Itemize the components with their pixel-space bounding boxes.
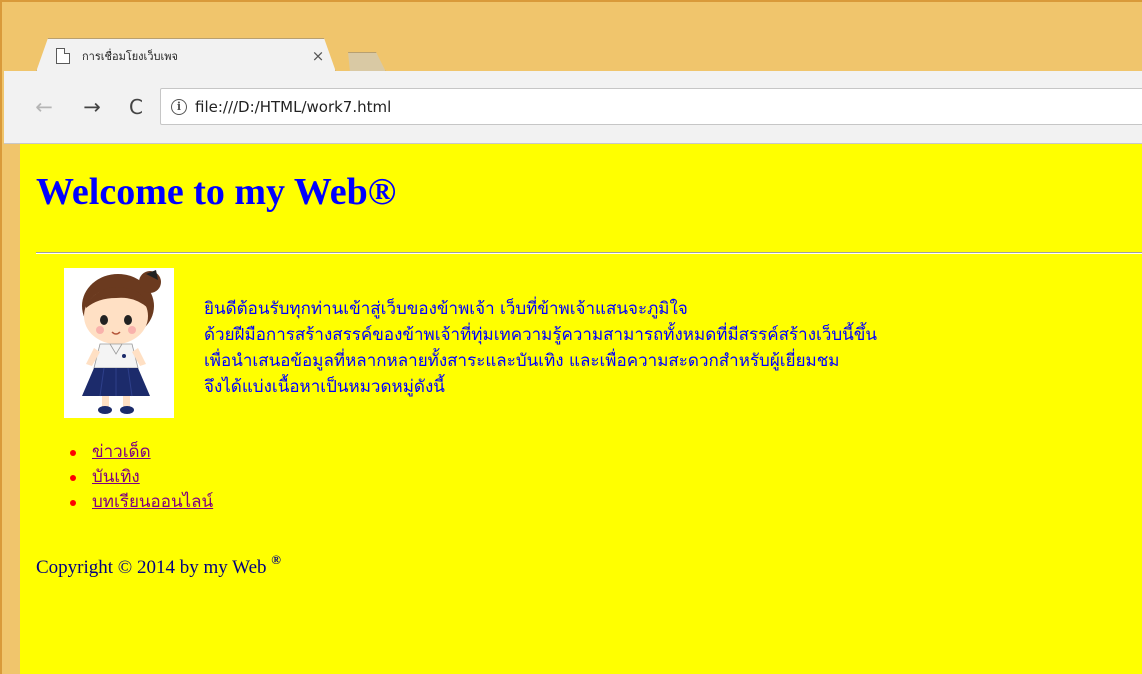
forward-arrow-icon[interactable]: → bbox=[78, 93, 106, 121]
browser-toolbar: ← → C i file:///D:/HTML/work7.html bbox=[4, 71, 1142, 144]
category-link-list: ข่าวเด็ด บันเทิง บทเรียนออนไลน์ bbox=[69, 440, 213, 515]
page-icon bbox=[56, 48, 70, 64]
link-news[interactable]: ข่าวเด็ด bbox=[92, 442, 151, 462]
tab-content[interactable]: การเชื่อมโยงเว็บเพจ × bbox=[56, 46, 326, 66]
footer-copyright: Copyright © 2014 by my Web ® bbox=[36, 552, 281, 579]
link-online-lessons[interactable]: บทเรียนออนไลน์ bbox=[92, 492, 213, 512]
horizontal-rule bbox=[36, 252, 1142, 254]
page-heading: Welcome to my Web® bbox=[36, 171, 397, 213]
intro-line: จึงได้แบ่งเนื้อหาเป็นหมวดหมู่ดังนี้ bbox=[204, 377, 445, 397]
back-arrow-icon[interactable]: ← bbox=[30, 93, 58, 121]
page-viewport: Welcome to my Web® ยินดีต้อนรับทุกท่านเข… bbox=[20, 144, 1142, 674]
info-icon[interactable]: i bbox=[171, 98, 187, 115]
intro-line: เพื่อนำเสนอข้อมูลที่หลากหลายทั้งสาระและบ… bbox=[204, 351, 840, 371]
tab-strip: การเชื่อมโยงเว็บเพจ × bbox=[10, 38, 1142, 72]
girl-illustration bbox=[64, 268, 174, 418]
tab-title[interactable]: การเชื่อมโยงเว็บเพจ bbox=[82, 47, 310, 65]
intro-line: ด้วยฝีมือการสร้างสรรค์ของข้าพเจ้าที่ทุ่ม… bbox=[204, 325, 878, 345]
url-text[interactable]: file:///D:/HTML/work7.html bbox=[195, 98, 391, 116]
copyright-text: Copyright © 2014 by my Web bbox=[36, 557, 272, 578]
new-tab-button[interactable] bbox=[348, 52, 386, 72]
browser-window: การเชื่อมโยงเว็บเพจ × ← → C i file:///D:… bbox=[0, 0, 1142, 674]
link-entertainment[interactable]: บันเทิง bbox=[92, 467, 140, 487]
close-tab-icon[interactable]: × bbox=[310, 47, 326, 65]
list-item: ข่าวเด็ด bbox=[69, 440, 213, 465]
list-item: บทเรียนออนไลน์ bbox=[69, 490, 213, 515]
intro-line: ยินดีต้อนรับทุกท่านเข้าสู่เว็บของข้าพเจ้… bbox=[204, 299, 688, 319]
address-bar[interactable]: i file:///D:/HTML/work7.html bbox=[160, 88, 1142, 125]
list-item: บันเทิง bbox=[69, 465, 213, 490]
reload-icon[interactable]: C bbox=[122, 93, 150, 121]
registered-mark: ® bbox=[271, 552, 281, 567]
intro-paragraph: ยินดีต้อนรับทุกท่านเข้าสู่เว็บของข้าพเจ้… bbox=[204, 296, 1124, 400]
